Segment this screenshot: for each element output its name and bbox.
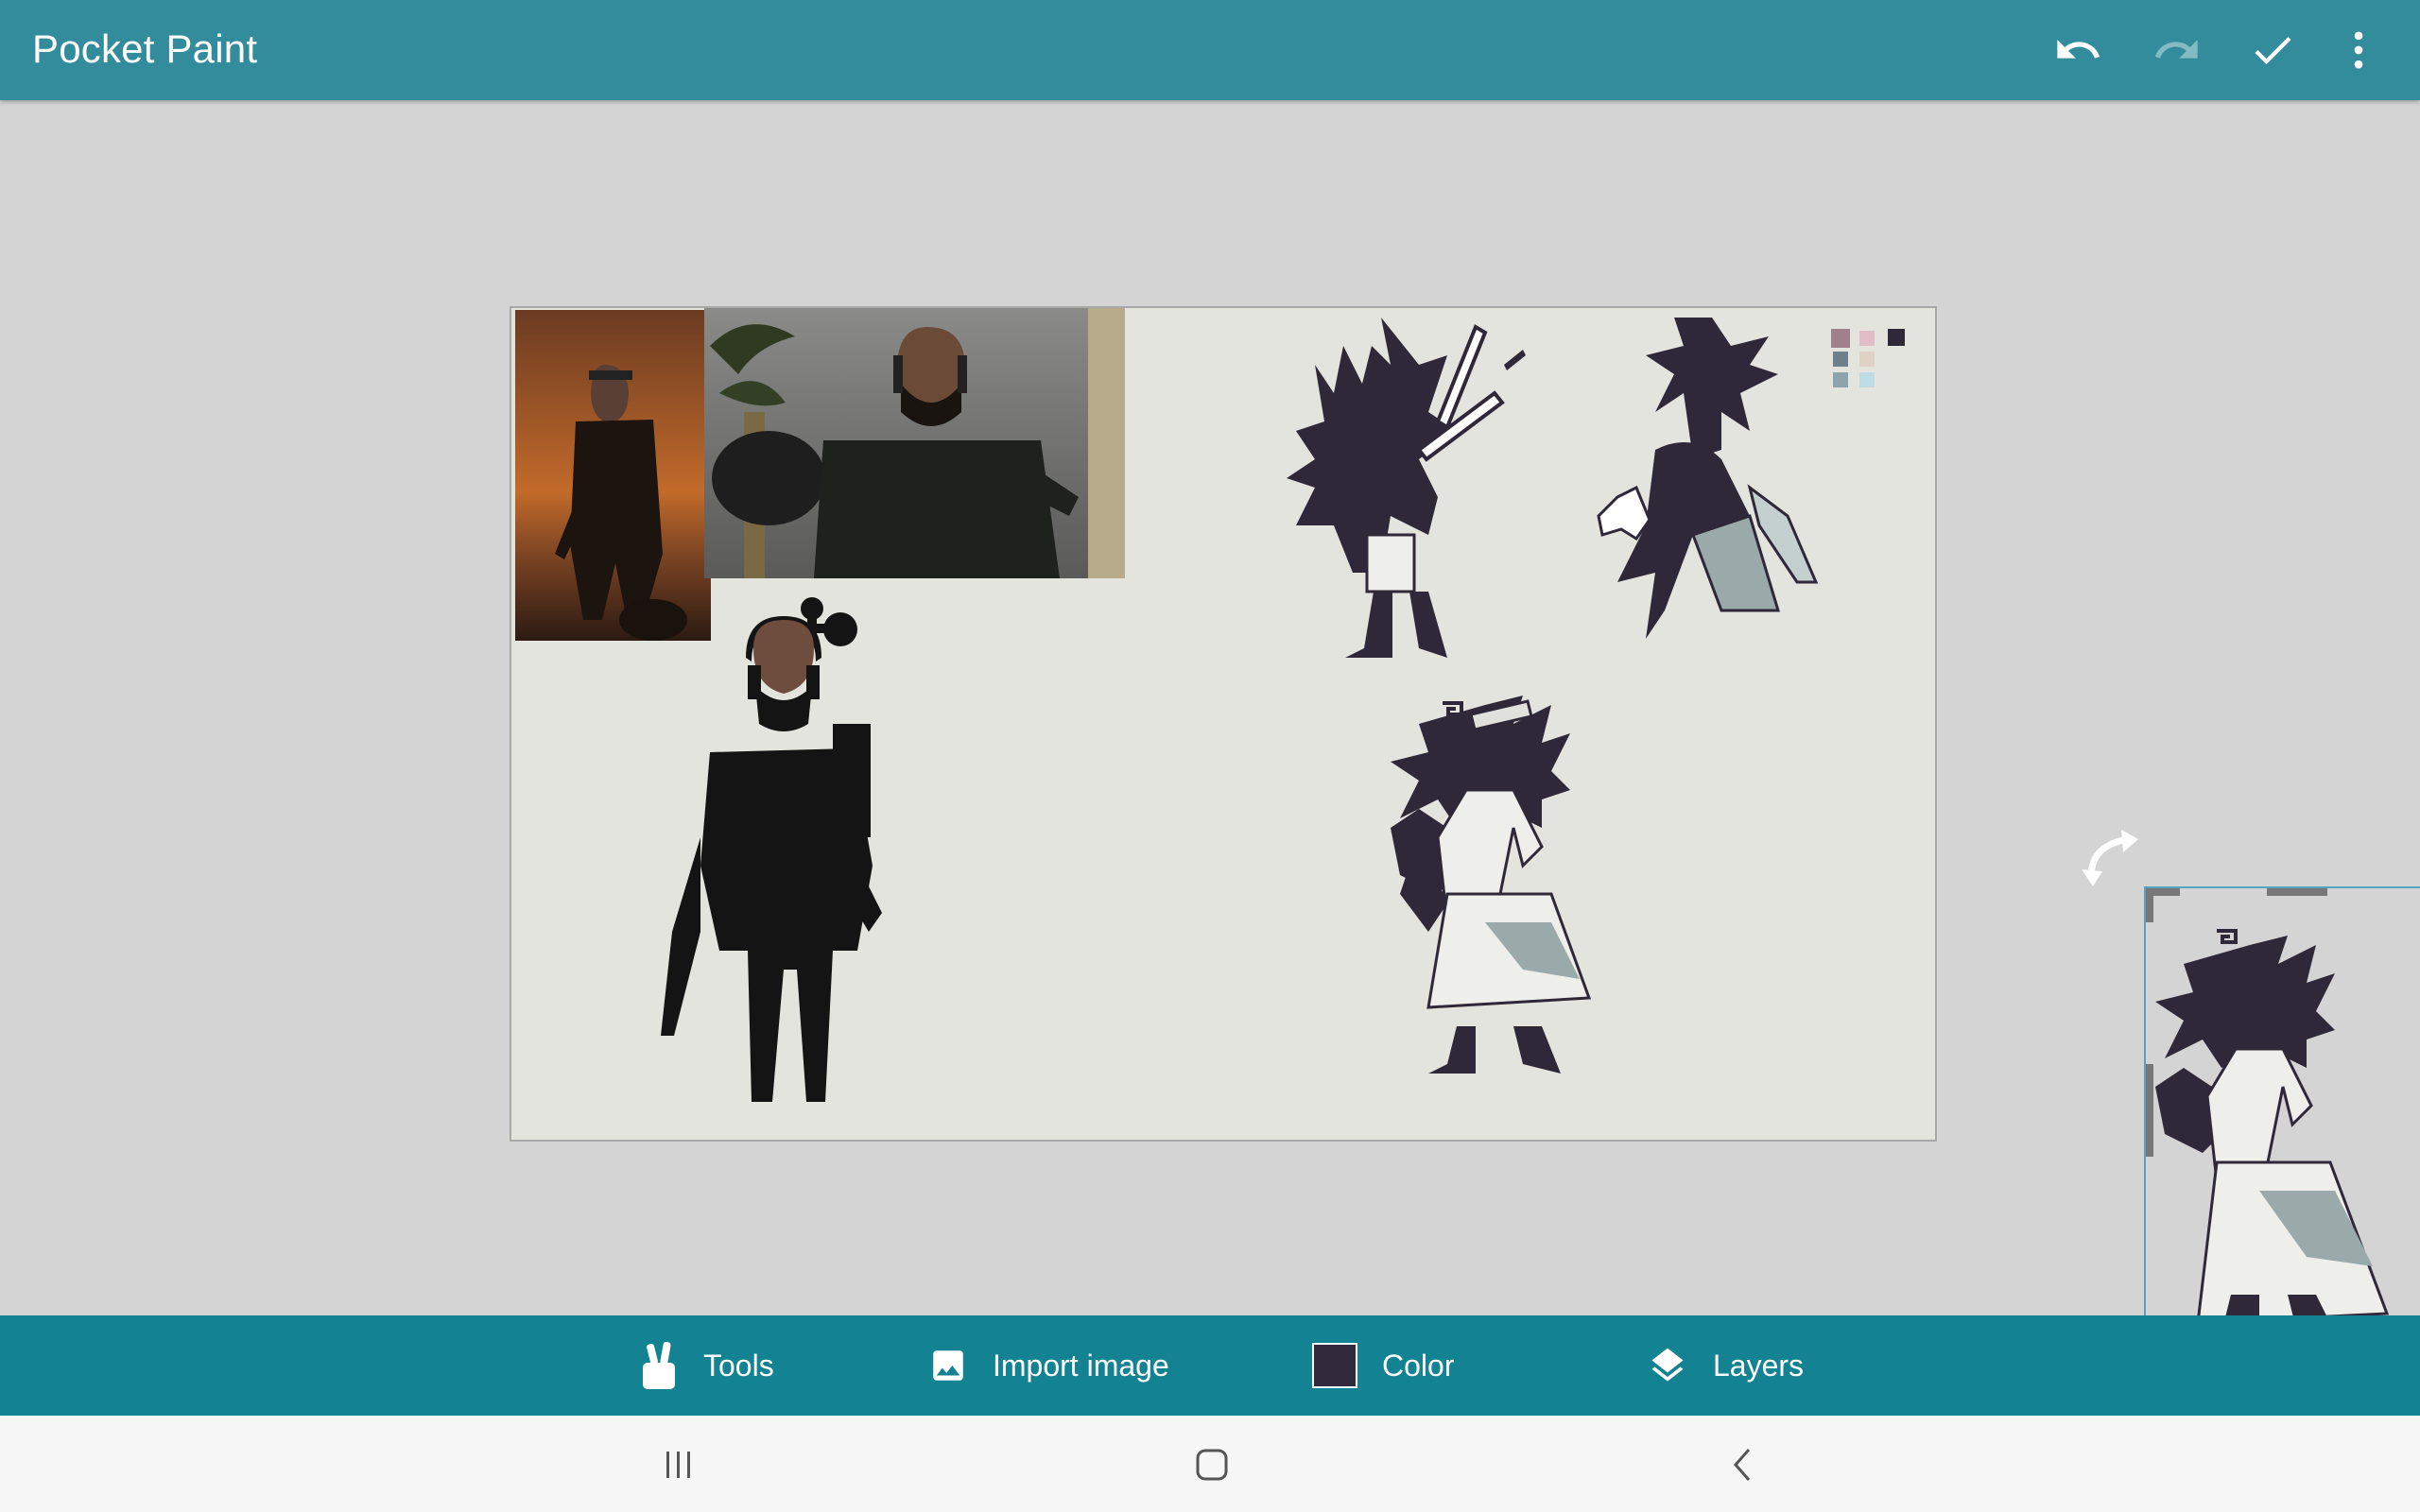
rotate-handle[interactable]	[2080, 824, 2146, 890]
bottom-toolbar: Tools Import image Color Layers	[0, 1315, 2420, 1416]
tools-button[interactable]: Tools	[639, 1315, 774, 1416]
palette-swatch	[1859, 372, 1875, 387]
redo-button[interactable]	[2149, 22, 2205, 78]
home-button[interactable]	[1184, 1436, 1240, 1493]
workspace[interactable]	[0, 100, 2420, 1315]
redo-icon	[2154, 40, 2198, 59]
palette-swatch	[1888, 329, 1905, 346]
undo-icon	[2057, 40, 2100, 59]
layers-icon	[1651, 1348, 1684, 1382]
imported-photo-sunset	[515, 310, 711, 641]
palette-swatch	[1831, 329, 1850, 348]
transform-selection-box[interactable]	[2144, 886, 2420, 1315]
more-options-button[interactable]	[2330, 22, 2387, 78]
brush-tools-icon	[643, 1341, 675, 1389]
color-palette-swatches	[1831, 329, 1905, 387]
rotate-arrow-icon	[2082, 830, 2138, 886]
back-button[interactable]	[1715, 1436, 1772, 1493]
back-icon	[1734, 1449, 1751, 1481]
ink-character-sketch-3	[1391, 696, 1592, 1074]
tools-label: Tools	[703, 1348, 774, 1383]
color-label: Color	[1382, 1348, 1455, 1383]
more-vert-icon	[2354, 31, 2363, 69]
image-icon	[933, 1350, 963, 1381]
undo-button[interactable]	[2049, 22, 2106, 78]
import-image-button[interactable]: Import image	[928, 1315, 1169, 1416]
palette-swatch	[1859, 331, 1875, 346]
palette-swatch	[1859, 352, 1875, 367]
current-color-swatch	[1312, 1343, 1357, 1388]
imported-character-figure	[661, 597, 882, 1102]
ink-character-sketch-2	[1597, 318, 1819, 639]
app-title: Pocket Paint	[32, 26, 258, 71]
import-image-label: Import image	[993, 1348, 1169, 1383]
selection-preview-artwork	[2155, 929, 2390, 1315]
home-icon	[1196, 1449, 1228, 1481]
palette-swatch	[1833, 372, 1848, 387]
ink-character-sketch-1	[1287, 318, 1526, 658]
layers-button[interactable]: Layers	[1647, 1315, 1804, 1416]
system-navigation-bar	[0, 1416, 2420, 1512]
imported-photo-palm	[704, 308, 1125, 578]
palette-swatch	[1833, 352, 1848, 367]
checkmark-icon	[2255, 37, 2291, 65]
color-button[interactable]: Color	[1312, 1315, 1454, 1416]
confirm-button[interactable]	[2244, 22, 2301, 78]
recent-apps-icon	[666, 1452, 690, 1478]
canvas-artwork	[515, 308, 1905, 1102]
app-bar: Pocket Paint	[0, 0, 2420, 100]
recent-apps-button[interactable]	[650, 1436, 707, 1493]
layers-label: Layers	[1713, 1348, 1805, 1383]
drawing-canvas[interactable]	[510, 306, 1937, 1142]
